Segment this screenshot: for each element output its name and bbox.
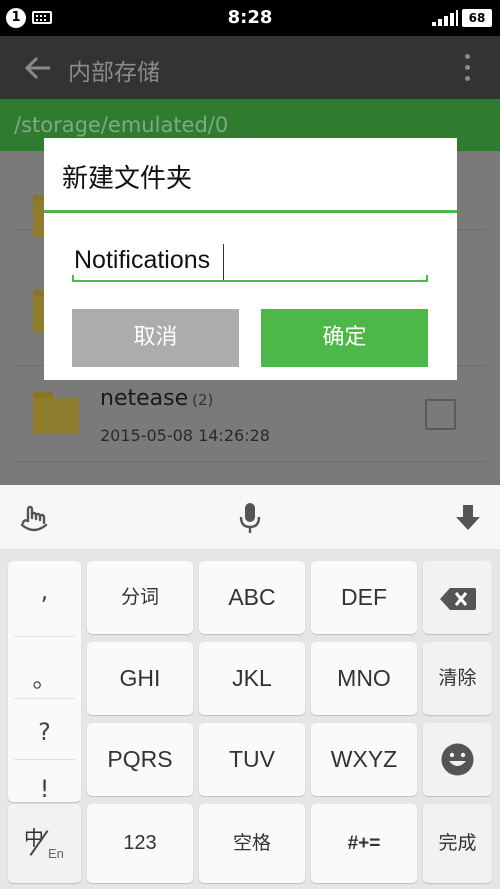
clear-key[interactable]: 清除 xyxy=(423,642,492,715)
symbols-key[interactable]: #+= xyxy=(311,804,417,883)
key-comma[interactable]: , xyxy=(8,577,81,605)
backspace-icon xyxy=(440,588,476,610)
folder-name-value: Notifications xyxy=(74,246,211,274)
key-jkl[interactable]: JKL xyxy=(199,642,305,715)
back-arrow-icon[interactable] xyxy=(24,56,52,80)
key-tuv[interactable]: TUV xyxy=(199,723,305,796)
list-item[interactable]: netease (2) 2015-05-08 14:26:28 xyxy=(15,366,485,462)
cancel-button[interactable]: 取消 xyxy=(72,309,239,367)
text-cursor xyxy=(223,244,224,280)
key-period[interactable]: 。 xyxy=(8,659,81,694)
confirm-button[interactable]: 确定 xyxy=(261,309,428,367)
keyboard-toolbar xyxy=(0,485,500,550)
status-time: 8:28 xyxy=(227,7,273,28)
dialog-title: 新建文件夹 xyxy=(62,164,193,194)
key-abc[interactable]: ABC xyxy=(199,561,305,634)
key-exclamation[interactable]: ! xyxy=(8,775,81,803)
select-checkbox[interactable] xyxy=(425,399,456,430)
app-toolbar: 内部存储 xyxy=(0,36,500,99)
lang-sub-label: En xyxy=(48,846,64,861)
folder-name-input[interactable]: Notifications xyxy=(72,242,428,282)
handwriting-icon[interactable] xyxy=(17,501,51,535)
page-title: 内部存储 xyxy=(68,60,160,86)
file-date: 2015-05-08 14:26:28 xyxy=(100,426,270,445)
key-ghi[interactable]: GHI xyxy=(87,642,193,715)
numbers-key[interactable]: 123 xyxy=(87,804,193,883)
key-def[interactable]: DEF xyxy=(311,561,417,634)
new-folder-dialog: 新建文件夹 Notifications 取消 确定 xyxy=(44,138,457,380)
punctuation-column[interactable]: , 。 ? ! xyxy=(8,561,81,803)
file-count: (2) xyxy=(192,391,214,409)
dialog-divider xyxy=(44,210,457,213)
key-question[interactable]: ? xyxy=(8,718,81,746)
more-options-icon[interactable] xyxy=(462,52,472,82)
file-name: netease (2) xyxy=(100,386,214,411)
status-bar: 1 8:28 68 xyxy=(0,0,500,36)
space-key[interactable]: 空格 xyxy=(199,804,305,883)
input-underline xyxy=(72,275,428,282)
current-path: /storage/emulated/0 xyxy=(14,113,229,137)
emoji-key[interactable] xyxy=(423,723,492,796)
backspace-key[interactable] xyxy=(423,561,492,634)
key-wxyz[interactable]: WXYZ xyxy=(311,723,417,796)
hide-keyboard-icon[interactable] xyxy=(451,501,485,535)
folder-icon xyxy=(33,392,79,434)
language-switch-key[interactable]: 中 En xyxy=(8,804,81,883)
microphone-icon[interactable] xyxy=(233,501,267,535)
done-key[interactable]: 完成 xyxy=(423,804,492,883)
key-pqrs[interactable]: PQRS xyxy=(87,723,193,796)
soft-keyboard: , 。 ? ! 分词 ABC DEF GHI JKL MNO 清除 PQRS T… xyxy=(0,550,500,889)
key-mno[interactable]: MNO xyxy=(311,642,417,715)
battery-level: 68 xyxy=(462,9,492,27)
emoji-icon xyxy=(441,743,474,776)
signal-icon xyxy=(432,10,458,26)
key-segment[interactable]: 分词 xyxy=(87,561,193,634)
